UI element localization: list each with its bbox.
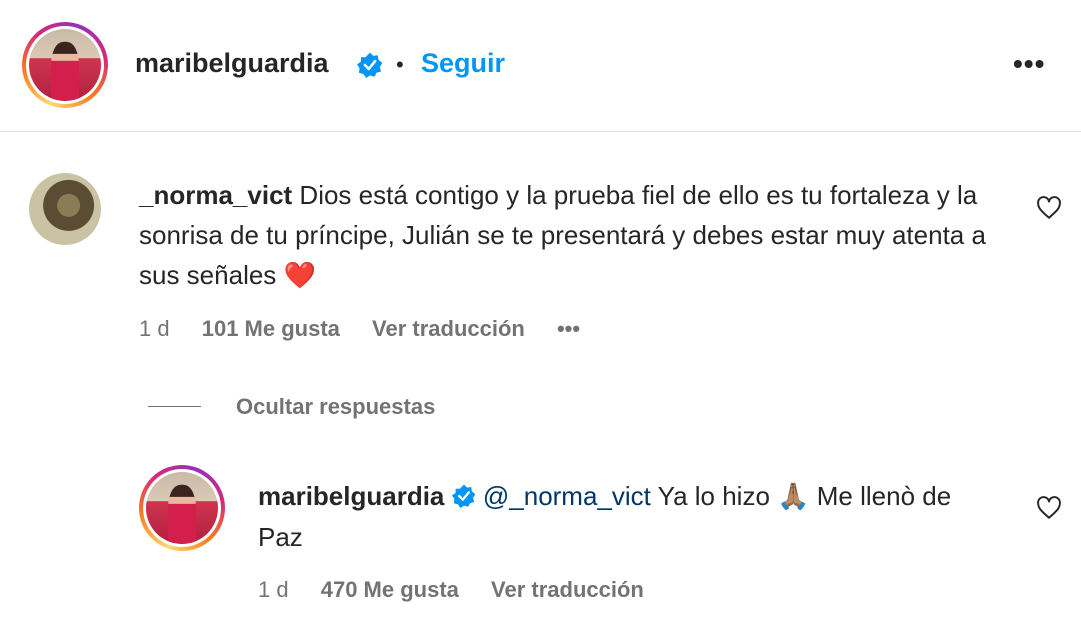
reply-username[interactable]: maribelguardia	[258, 481, 444, 511]
verified-badge-icon	[357, 52, 383, 78]
like-heart-icon[interactable]	[1036, 195, 1062, 221]
reply-avatar[interactable]	[139, 465, 225, 551]
reply-like-heart-icon[interactable]	[1036, 495, 1062, 521]
comment-translate-link[interactable]: Ver traducción	[372, 316, 525, 341]
header-username[interactable]: maribelguardia	[135, 48, 329, 79]
comment-likes[interactable]: 101 Me gusta	[202, 316, 340, 341]
header-separator: •	[396, 52, 404, 77]
comment-meta: 1 d 101 Me gusta Ver traducción •••	[139, 316, 606, 342]
more-options-icon[interactable]: •••	[1013, 48, 1045, 80]
hide-replies-button[interactable]: Ocultar respuestas	[236, 394, 435, 420]
comment-body: _norma_vict Dios está contigo y la prueb…	[139, 175, 999, 296]
reply-text-part1: Ya lo hizo	[657, 481, 770, 511]
heart-emoji: ❤️	[283, 261, 316, 291]
post-header: maribelguardia • Seguir •••	[0, 0, 1081, 132]
reply-likes[interactable]: 470 Me gusta	[321, 577, 459, 602]
reply-time: 1 d	[258, 577, 289, 602]
profile-avatar[interactable]	[22, 22, 108, 108]
follow-button[interactable]: Seguir	[421, 48, 505, 79]
comment-options-icon[interactable]: •••	[557, 316, 580, 341]
commenter-avatar[interactable]	[29, 173, 101, 245]
reply-verified-badge-icon	[451, 484, 476, 508]
comment-time: 1 d	[139, 316, 170, 341]
praying-hands-emoji: 🙏🏽	[777, 482, 810, 512]
reply-mention-link[interactable]: @_norma_vict	[483, 481, 651, 511]
comment-username[interactable]: _norma_vict	[139, 180, 292, 210]
reply-body: maribelguardia @_norma_vict Ya lo hizo 🙏…	[258, 476, 988, 557]
replies-divider-line	[148, 406, 201, 407]
reply-translate-link[interactable]: Ver traducción	[491, 577, 644, 602]
reply-meta: 1 d 470 Me gusta Ver traducción	[258, 577, 670, 603]
